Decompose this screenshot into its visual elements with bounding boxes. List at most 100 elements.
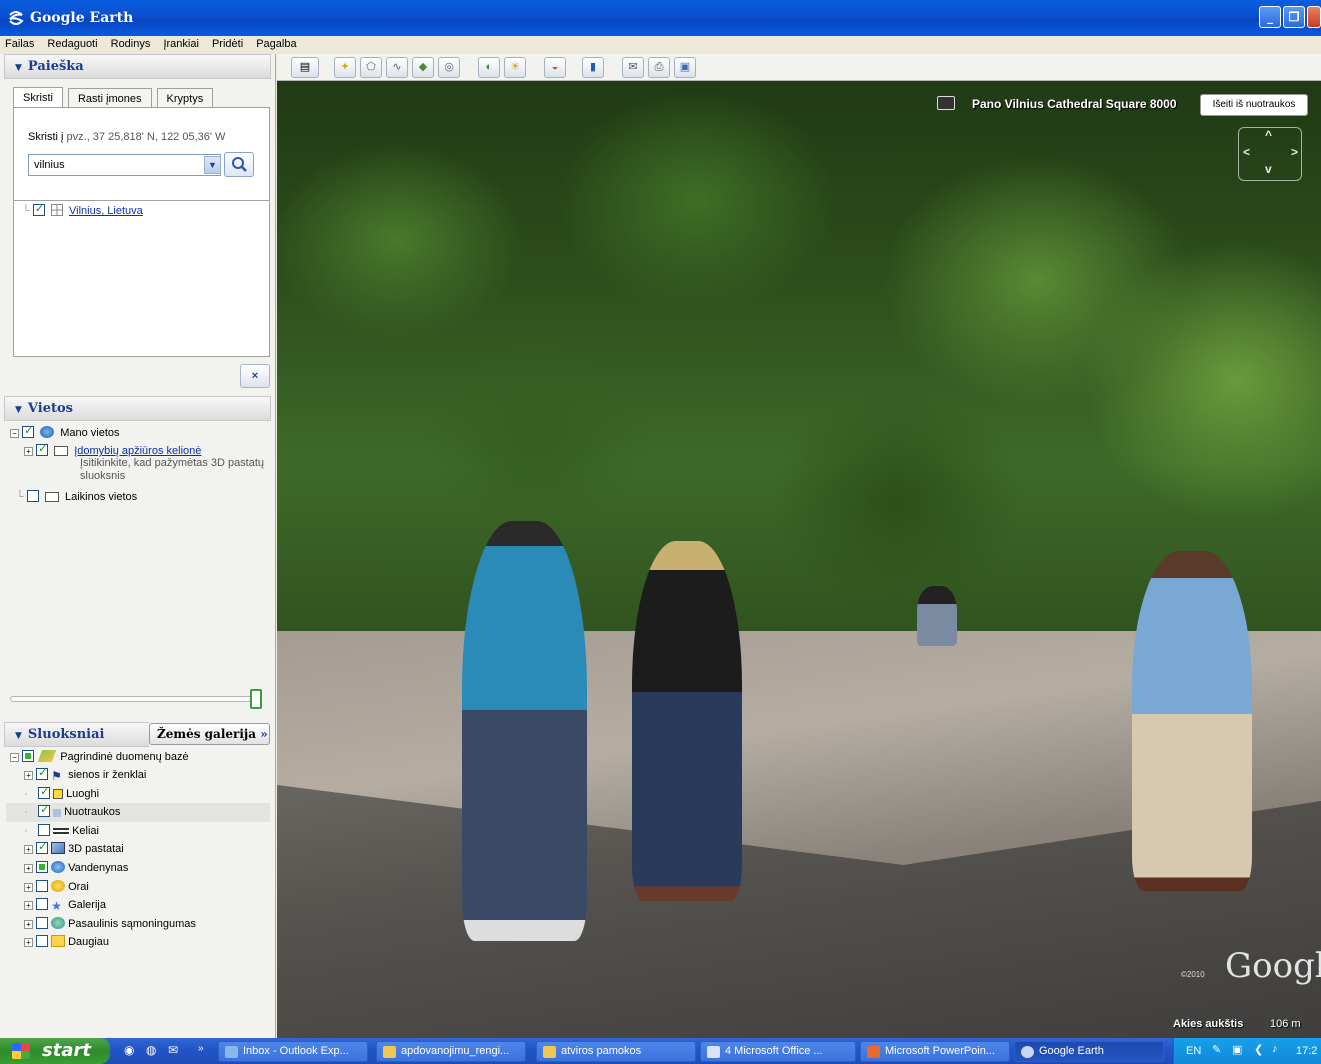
expand-icon[interactable]: + (24, 919, 33, 929)
menu-item-irankiai[interactable]: Įrankiai (158, 36, 203, 50)
minimize-button[interactable]: _ (1259, 6, 1281, 28)
language-indicator[interactable]: EN (1186, 1045, 1201, 1057)
layer-row[interactable]: + ★ Galerija (24, 898, 106, 912)
add-path-button[interactable]: ∿ (386, 57, 408, 78)
chevron-right-icon[interactable]: > (1291, 145, 1298, 159)
layer-checkbox[interactable] (36, 840, 49, 855)
expand-icon[interactable]: + (24, 845, 33, 855)
layer-checkbox[interactable] (36, 766, 49, 780)
earth-3d-view[interactable]: Pano Vilnius Cathedral Square 8000 Išeit… (277, 81, 1321, 1038)
layer-row[interactable]: + Pasaulinis sąmoningumas (24, 916, 196, 930)
search-panel-header[interactable]: ▼ Paieška (4, 54, 271, 79)
menu-item-redaguoti[interactable]: Redaguoti (42, 36, 102, 50)
layer-row[interactable]: · Keliai (24, 823, 99, 837)
tray-pen-icon[interactable]: ✎ (1212, 1043, 1221, 1056)
exit-photo-button[interactable]: Išeiti iš nuotraukos (1200, 94, 1308, 116)
tree-item-primary-database[interactable]: − Pagrindinė duomenų bazė (10, 750, 189, 763)
add-overlay-button[interactable]: ◆ (412, 57, 434, 78)
collapse-icon[interactable]: − (10, 753, 19, 762)
tree-item-my-places[interactable]: − Mano vietos (10, 424, 120, 439)
save-image-button[interactable]: ▣ (674, 57, 696, 78)
task-powerpoint[interactable]: Microsoft PowerPoin... (860, 1041, 1010, 1062)
tab-kryptys[interactable]: Kryptys (156, 88, 214, 108)
tray-volume-icon[interactable]: ♪ (1272, 1043, 1278, 1055)
layer-row[interactable]: + Daugiau (24, 935, 109, 948)
expand-icon[interactable]: + (24, 447, 33, 456)
task-microsoft-office[interactable]: 4 Microsoft Office ... (700, 1041, 856, 1062)
sunlight-button[interactable]: ☀ (504, 57, 526, 78)
chevron-left-icon[interactable]: < (1243, 145, 1250, 159)
layer-checkbox[interactable] (36, 861, 49, 873)
record-tour-button[interactable]: ◎ (438, 57, 460, 78)
primary-database-checkbox[interactable] (22, 750, 35, 762)
menu-item-prideti[interactable]: Pridėti (207, 36, 248, 50)
slider-thumb[interactable] (250, 689, 262, 709)
tray-network-icon[interactable]: ▣ (1232, 1043, 1242, 1056)
search-button[interactable] (224, 152, 254, 177)
toggle-sidebar-button[interactable]: ▤ (291, 57, 319, 78)
add-placemark-button[interactable]: ✦ (334, 57, 356, 78)
layer-row[interactable]: + Orai (24, 879, 89, 893)
chevron-up-icon[interactable]: ^ (1265, 128, 1272, 142)
layer-row[interactable]: + ⚑ sienos ir ženklai (24, 766, 146, 782)
historical-imagery-button[interactable]: ◐ (478, 57, 500, 78)
my-places-checkbox[interactable] (22, 424, 35, 438)
clear-search-button[interactable]: × (240, 364, 270, 388)
tree-item-tour[interactable]: + Įdomybių apžiūros kelionė (24, 442, 201, 457)
layer-checkbox[interactable] (36, 916, 49, 929)
task-folder-apdovanojimu[interactable]: apdovanojimu_rengi... (376, 1041, 526, 1062)
result-link-vilnius[interactable]: Vilnius, Lietuva (69, 205, 143, 217)
tour-checkbox[interactable] (36, 442, 49, 456)
layer-checkbox[interactable] (38, 785, 51, 799)
print-button[interactable]: ⎙ (648, 57, 670, 78)
start-button[interactable]: start (0, 1038, 110, 1064)
expand-icon[interactable]: + (24, 938, 33, 948)
layer-row[interactable]: + Vandenynas (24, 861, 128, 874)
quicklaunch-more-icon[interactable]: » (198, 1043, 204, 1054)
places-opacity-slider[interactable] (10, 696, 254, 702)
menu-item-pagalba[interactable]: Pagalba (251, 36, 301, 50)
layer-checkbox[interactable] (36, 898, 49, 911)
result-item[interactable]: └ Vilnius, Lietuva (22, 202, 143, 217)
task-folder-atviros[interactable]: atviros pamokos (536, 1041, 696, 1062)
layer-checkbox[interactable] (36, 879, 49, 892)
tree-item-temp-places[interactable]: └ Laikinos vietos (16, 490, 137, 503)
restore-button[interactable]: ❐ (1283, 6, 1305, 28)
quicklaunch-media-icon[interactable]: ◉ (124, 1043, 134, 1057)
look-navigation-control[interactable]: ^ < > v (1238, 127, 1302, 181)
layer-checkbox[interactable] (38, 823, 51, 836)
tab-rasti-imones[interactable]: Rasti įmones (67, 88, 152, 108)
tray-expand-icon[interactable]: ❮ (1254, 1043, 1263, 1056)
temp-places-checkbox[interactable] (26, 490, 39, 502)
collapse-icon[interactable]: − (10, 429, 19, 438)
task-outlook[interactable]: Inbox - Outlook Exp... (218, 1041, 368, 1062)
tour-link[interactable]: Įdomybių apžiūros kelionė (74, 445, 201, 457)
menu-item-rodinys[interactable]: Rodinys (106, 36, 156, 50)
layer-row[interactable]: · Nuotraukos (24, 803, 120, 818)
layer-row[interactable]: · Luoghi (24, 785, 99, 800)
close-button[interactable] (1307, 6, 1321, 28)
task-google-earth[interactable]: Google Earth (1014, 1041, 1164, 1062)
layer-checkbox[interactable] (36, 935, 49, 948)
layer-row[interactable]: + 3D pastatai (24, 840, 124, 855)
email-button[interactable]: ✉ (622, 57, 644, 78)
chevron-down-icon[interactable]: v (1265, 162, 1272, 176)
expand-icon[interactable]: + (24, 864, 33, 873)
tab-skristi[interactable]: Skristi (13, 87, 63, 108)
expand-icon[interactable]: + (24, 882, 33, 892)
quicklaunch-mail-icon[interactable]: ✉ (168, 1043, 178, 1057)
quicklaunch-browser-icon[interactable]: ◍ (146, 1043, 156, 1057)
expand-icon[interactable]: + (24, 901, 33, 911)
search-history-dropdown[interactable]: ▼ (204, 156, 221, 174)
expand-icon[interactable]: + (24, 771, 33, 780)
switch-planet-button[interactable]: ◒ (544, 57, 566, 78)
layer-checkbox[interactable] (38, 803, 51, 818)
ruler-button[interactable]: ▮ (582, 57, 604, 78)
menu-item-failas[interactable]: Failas (0, 36, 39, 50)
add-polygon-button[interactable]: ⬠ (360, 57, 382, 78)
earth-gallery-button[interactable]: Žemės galerija » (149, 723, 270, 745)
places-panel-header[interactable]: ▼ Vietos (4, 396, 271, 421)
search-input[interactable]: vilnius (28, 154, 221, 176)
result-checkbox[interactable] (32, 202, 45, 216)
layers-panel-header[interactable]: ▼ Sluoksniai (4, 722, 149, 747)
